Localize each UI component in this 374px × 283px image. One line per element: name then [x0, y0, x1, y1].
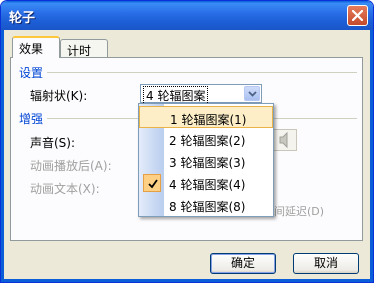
settings-group-title: 设置	[19, 66, 44, 80]
sound-settings-button[interactable]	[273, 129, 297, 151]
tab-effect[interactable]: 效果	[12, 36, 60, 58]
spokes-dropdown-button[interactable]	[244, 86, 260, 101]
spokes-label: 辐射状(K):	[30, 89, 88, 103]
speaker-icon	[274, 131, 296, 153]
dropdown-option-label: 4 轮辐图案(4)	[169, 178, 246, 192]
close-button[interactable]	[347, 5, 368, 26]
cancel-button[interactable]: 取消	[293, 253, 359, 274]
tab-timing[interactable]: 计时	[60, 39, 108, 59]
dropdown-option-label: 1 轮辐图案(1)	[170, 113, 247, 127]
title-bar[interactable]: 轮子	[1, 1, 373, 30]
checkmark-icon	[143, 174, 161, 192]
after-animation-label: 动画播放后(A):	[30, 159, 112, 173]
dialog-window: 轮子 效果 计时 设置 辐射状(K): 4 轮辐图案 增强 声音(S): 动画播…	[0, 0, 374, 283]
ok-button[interactable]: 确定	[210, 253, 276, 274]
window-frame-right	[370, 30, 373, 282]
spokes-dropdown-list: 1 轮辐图案(1) 2 轮辐图案(2) 3 轮辐图案(3) 4 轮辐图案(4) …	[138, 103, 274, 217]
window-frame-bottom	[1, 279, 373, 282]
dropdown-option-2[interactable]: 2 轮辐图案(2)	[139, 128, 273, 150]
enhance-group-title: 增强	[19, 112, 44, 126]
settings-divider	[47, 72, 357, 73]
dropdown-option-4[interactable]: 4 轮辐图案(4)	[139, 172, 273, 194]
sound-label: 声音(S):	[30, 136, 76, 150]
dropdown-option-label: 3 轮辐图案(3)	[169, 156, 246, 170]
window-frame-left	[1, 30, 4, 282]
dropdown-option-8[interactable]: 8 轮辐图案(8)	[139, 194, 273, 216]
animate-text-label: 动画文本(X):	[30, 182, 100, 196]
window-title: 轮子	[9, 11, 36, 26]
dropdown-option-label: 8 轮辐图案(8)	[169, 200, 246, 214]
spokes-select[interactable]: 4 轮辐图案	[140, 84, 262, 105]
dropdown-option-3[interactable]: 3 轮辐图案(3)	[139, 150, 273, 172]
delay-label: 间延迟(D)	[274, 205, 325, 218]
dropdown-option-1[interactable]: 1 轮辐图案(1)	[139, 106, 273, 128]
dropdown-option-label: 2 轮辐图案(2)	[169, 134, 246, 148]
